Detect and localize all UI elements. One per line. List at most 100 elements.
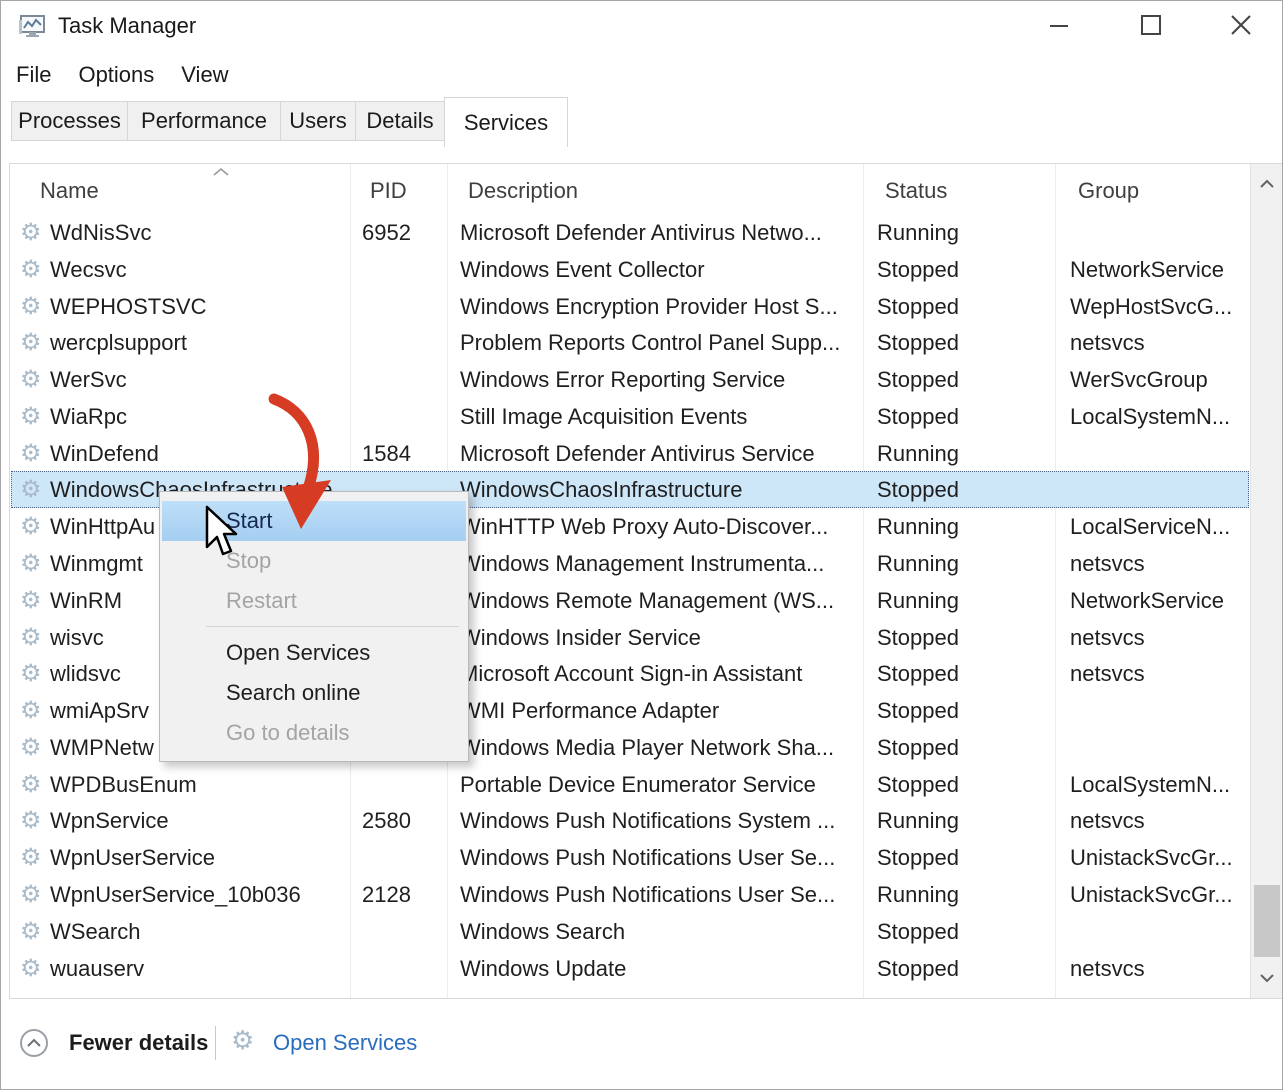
group-cell: netsvcs <box>1055 655 1233 692</box>
sort-ascending-icon <box>212 167 230 177</box>
status-cell: Running <box>863 582 1055 619</box>
chevron-down-icon <box>1259 973 1275 983</box>
service-name: WpnUserService <box>50 839 215 876</box>
tab-label: Details <box>366 108 433 134</box>
table-row[interactable]: ⚙WPDBusEnumPortable Device Enumerator Se… <box>11 766 1249 803</box>
pid-cell <box>350 324 447 361</box>
table-row[interactable]: ⚙WecsvcWindows Event CollectorStoppedNet… <box>11 251 1249 288</box>
scrollbar-thumb[interactable] <box>1254 885 1280 957</box>
group-cell: LocalSystemN... <box>1055 766 1233 803</box>
service-gear-icon: ⚙ <box>20 471 50 508</box>
close-button[interactable] <box>1217 1 1264 49</box>
context-menu-item-open-services[interactable]: Open Services <box>160 633 468 673</box>
service-gear-icon: ⚙ <box>20 214 50 251</box>
service-gear-icon: ⚙ <box>20 251 50 288</box>
description-cell: Problem Reports Control Panel Supp... <box>447 324 863 361</box>
description-cell: Windows Push Notifications User Se... <box>447 876 863 913</box>
status-cell: Stopped <box>863 251 1055 288</box>
context-menu-item-search-online[interactable]: Search online <box>160 673 468 713</box>
tab-label: Users <box>289 108 346 134</box>
service-name: WpnUserService_10b036 <box>50 876 301 913</box>
tab-users[interactable]: Users <box>280 101 356 141</box>
tab-processes[interactable]: Processes <box>11 101 128 141</box>
pid-cell <box>350 398 447 435</box>
description-cell: Windows Error Reporting Service <box>447 361 863 398</box>
name-cell: ⚙WpnUserService <box>11 839 350 876</box>
status-cell: Running <box>863 545 1055 582</box>
column-header-status[interactable]: Status <box>885 164 947 214</box>
column-header-description[interactable]: Description <box>468 164 578 214</box>
menu-item-view[interactable]: View <box>181 62 228 88</box>
group-cell: netsvcs <box>1055 545 1233 582</box>
table-row[interactable]: ⚙wuauservWindows UpdateStoppednetsvcs <box>11 950 1249 987</box>
menu-item-options[interactable]: Options <box>78 62 154 88</box>
tab-performance[interactable]: Performance <box>127 101 281 141</box>
service-name: WinDefend <box>50 435 159 472</box>
description-cell: Microsoft Defender Antivirus Netwo... <box>447 214 863 251</box>
description-cell: Windows Encryption Provider Host S... <box>447 288 863 325</box>
description-cell: Windows Insider Service <box>447 619 863 656</box>
fewer-details-button[interactable] <box>20 1029 48 1057</box>
table-row[interactable]: ⚙WpnUserServiceWindows Push Notification… <box>11 839 1249 876</box>
pid-cell: 2580 <box>350 802 447 839</box>
pid-cell <box>350 361 447 398</box>
service-name: WiaRpc <box>50 398 127 435</box>
service-gear-icon: ⚙ <box>20 582 50 619</box>
table-row[interactable]: ⚙WpnService2580Windows Push Notification… <box>11 802 1249 839</box>
chevron-up-icon <box>1259 179 1275 189</box>
menu-separator <box>206 626 459 627</box>
table-row[interactable]: ⚙WiaRpcStill Image Acquisition EventsSto… <box>11 398 1249 435</box>
status-cell: Running <box>863 214 1055 251</box>
footer-bar: Fewer details ⚙ Open Services <box>1 999 1282 1089</box>
status-cell: Stopped <box>863 471 1055 508</box>
context-menu-item-start[interactable]: Start <box>162 501 466 541</box>
column-header-group[interactable]: Group <box>1078 164 1139 214</box>
service-name: WpnService <box>50 802 169 839</box>
table-row[interactable]: ⚙wercplsupport Problem Reports Control Pa… <box>11 324 1249 361</box>
name-cell: ⚙WpnService <box>11 802 350 839</box>
menu-item-file[interactable]: File <box>16 62 51 88</box>
table-row[interactable]: ⚙WdNisSvc6952Microsoft Defender Antiviru… <box>11 214 1249 251</box>
minimize-button[interactable] <box>1035 1 1082 49</box>
description-cell: Windows Search <box>447 913 863 950</box>
column-header-name[interactable]: Name <box>40 164 99 214</box>
vertical-scrollbar[interactable] <box>1250 164 1282 998</box>
open-services-link[interactable]: Open Services <box>273 1030 417 1056</box>
services-gear-icon: ⚙ <box>231 1025 254 1056</box>
service-name: Winmgmt <box>50 545 143 582</box>
scroll-up-button[interactable] <box>1251 166 1283 202</box>
status-cell: Stopped <box>863 950 1055 987</box>
group-cell: NetworkService <box>1055 251 1233 288</box>
table-row[interactable]: ⚙WEPHOSTSVCWindows Encryption Provider H… <box>11 288 1249 325</box>
service-name: WerSvc <box>50 361 127 398</box>
description-cell: WindowsChaosInfrastructure <box>447 471 863 508</box>
menu-bar: File Options View <box>1 55 229 95</box>
description-cell: Microsoft Account Sign-in Assistant <box>447 655 863 692</box>
description-cell: Microsoft Defender Antivirus Service <box>447 435 863 472</box>
minimize-icon <box>1047 13 1071 37</box>
group-cell <box>1055 692 1233 729</box>
fewer-details-label[interactable]: Fewer details <box>69 1030 208 1056</box>
table-row[interactable]: ⚙WerSvcWindows Error Reporting ServiceSt… <box>11 361 1249 398</box>
scroll-down-button[interactable] <box>1251 960 1283 996</box>
table-row[interactable]: ⚙WSearchWindows SearchStopped <box>11 913 1249 950</box>
maximize-button[interactable] <box>1127 1 1174 49</box>
service-name: WSearch <box>50 913 140 950</box>
status-cell: Stopped <box>863 692 1055 729</box>
description-cell: Portable Device Enumerator Service <box>447 766 863 803</box>
description-cell: Windows Update <box>447 950 863 987</box>
service-name: wercplsupport <box>50 324 187 361</box>
tab-details[interactable]: Details <box>355 101 445 141</box>
context-menu-item-restart: Restart <box>160 581 468 621</box>
task-manager-window: Task Manager FileOptionsView ProcessesPe… <box>0 0 1283 1090</box>
description-cell: Still Image Acquisition Events <box>447 398 863 435</box>
group-cell: UnistackSvcGr... <box>1055 839 1233 876</box>
tab-services[interactable]: Services <box>444 97 568 147</box>
service-gear-icon: ⚙ <box>20 324 50 361</box>
table-row[interactable]: ⚙WinDefend1584Microsoft Defender Antivir… <box>11 435 1249 472</box>
table-row[interactable]: ⚙WpnUserService_10b0362128Windows Push N… <box>11 876 1249 913</box>
column-header-pid[interactable]: PID <box>370 164 407 214</box>
pid-cell <box>350 950 447 987</box>
service-name: wuauserv <box>50 950 144 987</box>
description-cell: WinHTTP Web Proxy Auto-Discover... <box>447 508 863 545</box>
